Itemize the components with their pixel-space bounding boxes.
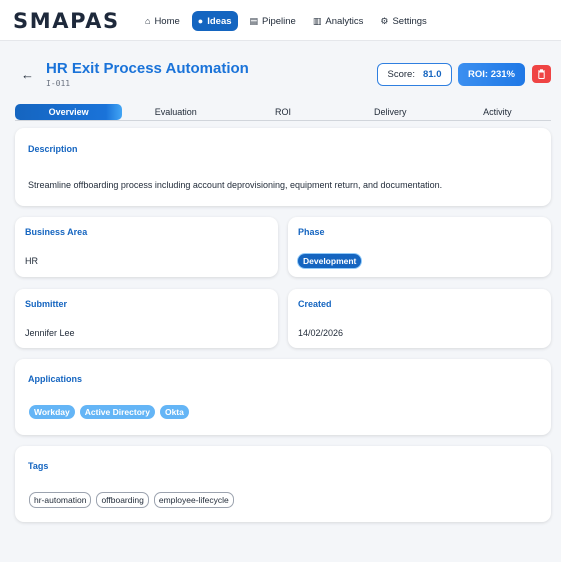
phase-badge: Development — [298, 254, 362, 268]
gear-icon: ⚙ — [380, 15, 389, 26]
applications-card: Applications Workday Active Directory Ok… — [15, 359, 551, 435]
created-label: Created — [298, 299, 332, 309]
application-chip: Workday — [29, 405, 75, 419]
score-badge: Score: 81.0 — [377, 63, 452, 86]
description-text: Streamline offboarding process including… — [28, 180, 443, 190]
description-label: Description — [28, 144, 78, 154]
tags-list: hr-automation offboarding employee-lifec… — [29, 492, 234, 508]
created-value: 14/02/2026 — [298, 328, 344, 338]
phase-card: Phase Development — [288, 217, 551, 277]
nav-pipeline-label: Pipeline — [262, 15, 296, 27]
tags-label: Tags — [28, 461, 49, 471]
nav-settings-label: Settings — [392, 15, 427, 27]
nav-ideas[interactable]: ● Ideas — [191, 11, 238, 31]
business-area-value: HR — [25, 256, 38, 266]
top-navbar: SMAPAS ⌂ Home ● Ideas ▤ Pipeline ▥ Analy… — [0, 0, 561, 41]
bar-chart-icon: ▥ — [312, 15, 322, 26]
business-area-card: Business Area HR — [15, 217, 278, 277]
submitter-value: Jennifer Lee — [25, 328, 75, 338]
score-label: Score: — [387, 69, 415, 80]
applications-label: Applications — [28, 374, 83, 384]
score-value: 81.0 — [422, 69, 442, 80]
phase-label: Phase — [298, 227, 325, 237]
business-area-label: Business Area — [25, 227, 88, 237]
tags-card: Tags hr-automation offboarding employee-… — [15, 446, 551, 522]
submitter-card: Submitter Jennifer Lee — [15, 289, 278, 348]
main-nav: ⌂ Home ● Ideas ▤ Pipeline ▥ Analytics ⚙ … — [140, 11, 432, 31]
tag-chip: hr-automation — [29, 492, 92, 508]
app-logo[interactable]: SMAPAS — [13, 9, 120, 33]
created-card: Created 14/02/2026 — [288, 289, 551, 348]
idea-code: I-011 — [46, 79, 71, 88]
tag-chip: offboarding — [96, 492, 149, 508]
trash-icon — [538, 69, 545, 79]
nav-pipeline[interactable]: ▤ Pipeline — [245, 11, 301, 31]
tab-activity[interactable]: Activity — [444, 104, 551, 120]
applications-list: Workday Active Directory Okta — [29, 405, 189, 419]
nav-home-label: Home — [154, 15, 180, 27]
tab-roi[interactable]: ROI — [229, 104, 336, 120]
nav-ideas-label: Ideas — [207, 15, 232, 27]
roi-badge: ROI: 231% — [458, 63, 525, 86]
application-chip: Active Directory — [79, 405, 155, 419]
nav-analytics-label: Analytics — [325, 15, 364, 27]
tag-chip: employee-lifecycle — [153, 492, 234, 508]
page-title: HR Exit Process Automation — [46, 60, 249, 77]
nav-analytics[interactable]: ▥ Analytics — [308, 11, 369, 31]
description-card: Description Streamline offboarding proce… — [15, 128, 551, 206]
submitter-label: Submitter — [25, 299, 68, 309]
pipeline-icon: ▤ — [249, 15, 259, 26]
lightbulb-icon: ● — [197, 15, 204, 26]
home-icon: ⌂ — [145, 15, 151, 26]
delete-button[interactable] — [532, 65, 551, 83]
application-chip: Okta — [159, 405, 189, 419]
back-arrow-icon[interactable]: ← — [21, 67, 34, 82]
tab-overview[interactable]: Overview — [15, 104, 123, 120]
tab-delivery[interactable]: Delivery — [337, 104, 444, 120]
tab-evaluation[interactable]: Evaluation — [122, 104, 229, 120]
nav-home[interactable]: ⌂ Home — [140, 11, 185, 31]
nav-settings[interactable]: ⚙ Settings — [375, 11, 431, 31]
tab-bar: Overview Evaluation ROI Delivery Activit… — [15, 104, 551, 121]
